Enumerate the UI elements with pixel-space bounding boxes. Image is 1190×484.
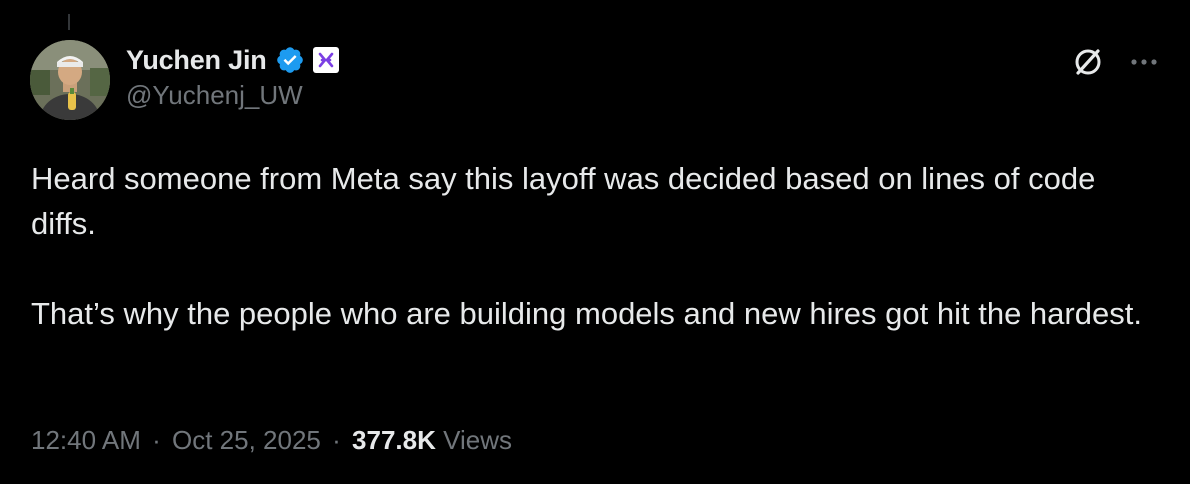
grok-icon[interactable] <box>1070 44 1106 80</box>
tweet-text: Heard someone from Meta say this layoff … <box>31 156 1161 336</box>
name-row: Yuchen Jin <box>126 42 339 78</box>
tweet-meta: 12:40 AM · Oct 25, 2025 · 377.8K Views <box>31 425 512 456</box>
meta-separator: · <box>152 425 161 455</box>
views-count[interactable]: 377.8K <box>352 425 436 455</box>
meta-separator: · <box>332 425 341 455</box>
views-label: Views <box>443 425 512 455</box>
more-icon[interactable] <box>1126 44 1162 80</box>
display-name[interactable]: Yuchen Jin <box>126 45 267 76</box>
tweet-header: Yuchen Jin @Yuchenj_UW <box>126 42 339 111</box>
user-handle[interactable]: @Yuchenj_UW <box>126 80 339 111</box>
avatar[interactable] <box>30 40 110 120</box>
tweet-date[interactable]: Oct 25, 2025 <box>172 425 321 455</box>
affiliate-badge-icon[interactable] <box>312 47 339 73</box>
tweet-paragraph: That’s why the people who are building m… <box>31 296 1142 331</box>
thread-connector-line <box>68 14 70 30</box>
tweet-time[interactable]: 12:40 AM <box>31 425 141 455</box>
avatar-image <box>30 40 110 120</box>
tweet-paragraph: Heard someone from Meta say this layoff … <box>31 161 1096 241</box>
verified-badge-icon[interactable] <box>275 45 305 75</box>
